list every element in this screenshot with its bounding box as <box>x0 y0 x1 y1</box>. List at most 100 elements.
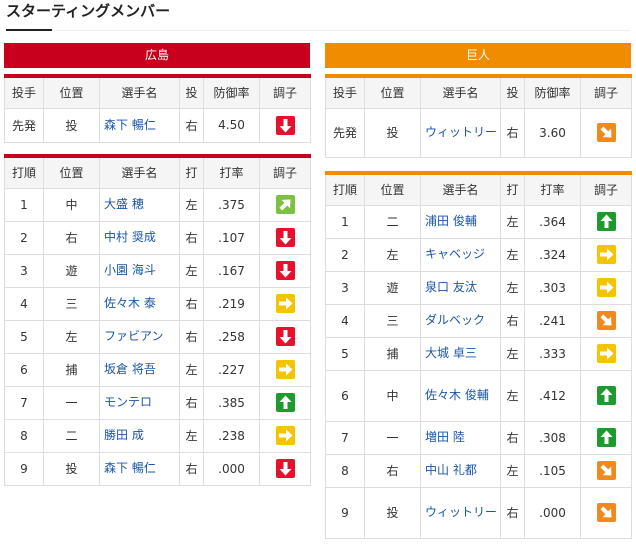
batting-order-cell: 7 <box>325 420 365 455</box>
batting-order-cell: 7 <box>4 385 44 420</box>
role-cell: 先発 <box>325 107 365 158</box>
player-name-link[interactable]: 勝田 成 <box>99 418 180 453</box>
player-name-link[interactable]: 坂倉 将吾 <box>99 352 180 387</box>
pitcher-table: 投手 位置 選手名投防御率 調子 先発投ウィットリー右 3.60 <box>325 74 632 158</box>
player-name-link[interactable]: 浦田 俊輔 <box>420 204 501 239</box>
player-name-link[interactable]: 小園 海斗 <box>99 253 180 288</box>
form-cell <box>259 286 311 321</box>
form-cell <box>259 253 311 288</box>
table-row: 9 投森下 暢仁右 .000 <box>4 451 311 486</box>
team-hiroshima-panel: 広島 投手 位置 選手名投防御率 調子 先発投森下 暢仁右 4.50 打順 位置 選手名打打率調… <box>4 43 311 486</box>
column-header: 位置 <box>43 155 100 189</box>
arrow-up-icon <box>596 212 616 231</box>
table-row: 3 遊泉口 友汰左 .303 <box>325 270 632 305</box>
player-name-link[interactable]: 中村 奨成 <box>99 220 180 255</box>
form-cell <box>580 369 632 422</box>
arrow-up-right-icon <box>275 195 295 214</box>
table-row: 7 一増田 陸右 .308 <box>325 420 632 455</box>
column-header: 位置 <box>364 75 421 109</box>
player-name-link[interactable]: 増田 陸 <box>420 420 501 455</box>
player-name-link[interactable]: ダルベック <box>420 303 501 338</box>
table-row: 3 遊小園 海斗左 .167 <box>4 253 311 288</box>
bat-hand-cell: 右 <box>179 319 204 354</box>
header-row: 投手 位置 選手名投防御率 調子 <box>325 75 632 109</box>
position-cell: 二 <box>43 418 100 453</box>
team-giants-panel: 巨人 投手 位置 選手名投防御率 調子 先発投ウィットリー右 3.60 打順 位置 選手名打打率… <box>325 43 632 539</box>
bat-hand-cell: 右 <box>179 451 204 486</box>
arrow-right-icon <box>596 278 616 297</box>
arrow-down-icon <box>275 327 295 346</box>
batting-order-cell: 4 <box>325 303 365 338</box>
form-cell <box>580 486 632 539</box>
batting-average-cell: .105 <box>524 453 581 488</box>
pitcher-table: 投手 位置 選手名投防御率 調子 先発投森下 暢仁右 4.50 <box>4 74 311 143</box>
player-name-link[interactable]: 森下 暢仁 <box>99 451 180 486</box>
bat-hand-cell: 右 <box>500 420 525 455</box>
player-name-link[interactable]: 泉口 友汰 <box>420 270 501 305</box>
player-name-link[interactable]: 佐々木 泰 <box>99 286 180 321</box>
batting-order-cell: 6 <box>4 352 44 387</box>
player-name-link[interactable]: モンテロ <box>99 385 180 420</box>
arrow-down-icon <box>275 261 295 280</box>
batting-average-cell: .241 <box>524 303 581 338</box>
table-row: 2 左キャベッジ左 .324 <box>325 237 632 272</box>
form-cell <box>580 420 632 455</box>
player-name-link[interactable]: 森下 暢仁 <box>99 107 180 143</box>
batting-average-cell: .219 <box>203 286 260 321</box>
column-header: 打率 <box>524 172 581 206</box>
batting-average-cell: .000 <box>524 486 581 539</box>
column-header: 打 <box>179 155 204 189</box>
batting-average-cell: .375 <box>203 187 260 222</box>
position-cell: 投 <box>364 107 421 158</box>
bat-hand-cell: 左 <box>179 352 204 387</box>
batting-order-cell: 9 <box>4 451 44 486</box>
column-header: 選手名 <box>420 75 501 109</box>
arrow-right-icon <box>275 426 295 445</box>
column-header: 選手名 <box>99 155 180 189</box>
batting-average-cell: .364 <box>524 204 581 239</box>
player-name-link[interactable]: 大城 卓三 <box>420 336 501 371</box>
column-header: 位置 <box>364 172 421 206</box>
form-cell <box>580 204 632 239</box>
player-name-link[interactable]: ウィットリー <box>420 107 501 158</box>
arrow-down-right-icon <box>596 123 616 142</box>
column-header: 投手 <box>4 75 44 109</box>
player-name-link[interactable]: 大盛 穂 <box>99 187 180 222</box>
player-name-link[interactable]: 佐々木 俊輔 <box>420 369 501 422</box>
batting-average-cell: .385 <box>203 385 260 420</box>
position-cell: 投 <box>364 486 421 539</box>
column-header: 調子 <box>580 75 632 109</box>
form-cell <box>259 220 311 255</box>
form-cell <box>259 187 311 222</box>
arrow-up-icon <box>275 393 295 412</box>
position-cell: 右 <box>364 453 421 488</box>
position-cell: 捕 <box>364 336 421 371</box>
arrow-down-icon <box>275 459 295 478</box>
arrow-right-icon <box>596 344 616 363</box>
player-name-link[interactable]: キャベッジ <box>420 237 501 272</box>
position-cell: 投 <box>43 451 100 486</box>
arrow-right-icon <box>596 245 616 264</box>
table-row: 9 投ウィットリー右 .000 <box>325 486 632 539</box>
table-row: 6 中佐々木 俊輔左 .412 <box>325 369 632 422</box>
team-name-header: 巨人 <box>325 43 631 68</box>
form-cell <box>259 451 311 486</box>
position-cell: 右 <box>43 220 100 255</box>
position-cell: 二 <box>364 204 421 239</box>
era-cell: 4.50 <box>203 107 260 143</box>
player-name-link[interactable]: 中山 礼都 <box>420 453 501 488</box>
batting-average-cell: .238 <box>203 418 260 453</box>
player-name-link[interactable]: ファビアン <box>99 319 180 354</box>
batting-order-cell: 1 <box>4 187 44 222</box>
arrow-up-icon <box>596 428 616 447</box>
bat-hand-cell: 右 <box>500 486 525 539</box>
era-cell: 3.60 <box>524 107 581 158</box>
position-cell: 三 <box>43 286 100 321</box>
batting-order-cell: 8 <box>325 453 365 488</box>
player-name-link[interactable]: ウィットリー <box>420 486 501 539</box>
table-row: 5 捕大城 卓三左 .333 <box>325 336 632 371</box>
batting-order-cell: 1 <box>325 204 365 239</box>
position-cell: 一 <box>364 420 421 455</box>
bat-hand-cell: 左 <box>179 253 204 288</box>
arrow-right-icon <box>275 360 295 379</box>
